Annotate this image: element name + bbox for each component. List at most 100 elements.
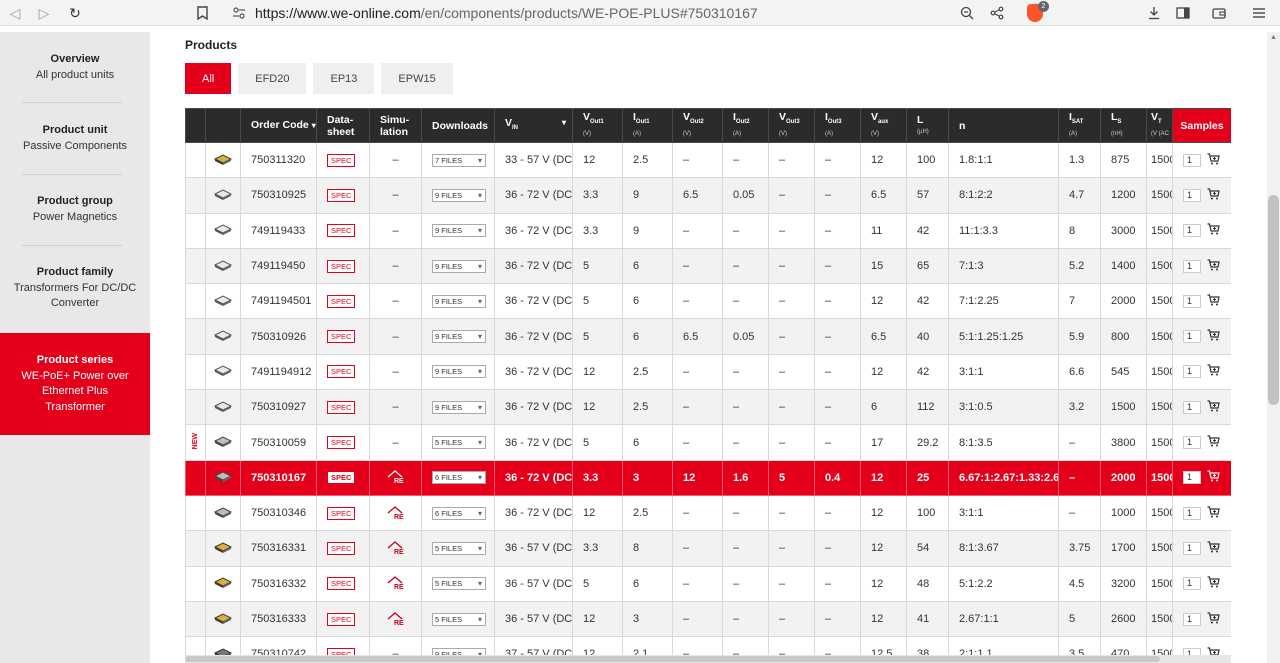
downloads-select[interactable]: 9 FILES: [432, 400, 486, 414]
spec-datasheet-link[interactable]: SPEC: [327, 506, 356, 520]
col-iout3[interactable]: IOut3 (A): [814, 108, 861, 143]
table-row[interactable]: 750310926SPEC–9 FILES36 - 72 V (DC)566.5…: [185, 318, 1231, 355]
col-iout2[interactable]: IOut2 (A): [722, 108, 769, 143]
simulation-icon[interactable]: RE: [387, 505, 405, 523]
page-scrollbar-thumb[interactable]: [1268, 195, 1279, 405]
order-code-cell[interactable]: 750310059: [240, 424, 317, 461]
sample-qty-input[interactable]: 1: [1183, 471, 1201, 485]
table-row[interactable]: 750310925SPEC–9 FILES36 - 72 V (DC)3.396…: [185, 177, 1231, 214]
sample-qty-input[interactable]: 1: [1183, 541, 1201, 555]
bookmark-icon[interactable]: [193, 4, 211, 22]
product-image-cell[interactable]: [205, 424, 241, 461]
product-image-cell[interactable]: [205, 494, 241, 532]
product-thumbnail-icon[interactable]: [213, 224, 233, 239]
spec-datasheet-link[interactable]: SPEC: [327, 365, 356, 379]
scroll-up-arrow[interactable]: ▲: [1268, 34, 1279, 44]
product-image-cell[interactable]: [205, 177, 241, 214]
order-code-cell[interactable]: 7491194912: [240, 353, 317, 391]
simulation-cell[interactable]: RE: [369, 459, 422, 496]
cart-icon[interactable]: [1207, 506, 1220, 521]
spec-datasheet-link[interactable]: SPEC: [327, 188, 356, 202]
cart-icon[interactable]: [1207, 294, 1220, 309]
cart-icon[interactable]: [1207, 576, 1220, 591]
downloads-select[interactable]: 6 FILES: [432, 471, 486, 485]
table-row[interactable]: 750316331SPECRE5 FILES36 - 57 V (DC)3.38…: [185, 530, 1231, 567]
brave-shield-icon[interactable]: 2: [1027, 1, 1049, 22]
product-image-cell[interactable]: [205, 530, 241, 567]
spec-datasheet-link[interactable]: SPEC: [327, 224, 356, 238]
sidebar-item-overview[interactable]: Overview All product units: [0, 52, 150, 83]
downloads-select[interactable]: 9 FILES: [432, 294, 486, 308]
col-l[interactable]: L (µH): [906, 108, 949, 143]
sample-qty-input[interactable]: 1: [1183, 188, 1201, 202]
sidebar-item-product-unit[interactable]: Product unit Passive Components: [0, 123, 150, 154]
order-code-cell[interactable]: 750310927: [240, 389, 317, 426]
downloads-select[interactable]: 6 FILES: [432, 506, 486, 520]
product-image-cell[interactable]: [205, 459, 241, 496]
col-n[interactable]: n: [948, 108, 1059, 143]
sample-qty-input[interactable]: 1: [1183, 577, 1201, 591]
sidebar-item-product-group[interactable]: Product group Power Magnetics: [0, 194, 150, 225]
cart-icon[interactable]: [1207, 188, 1220, 203]
table-row[interactable]: 750316333SPECRE5 FILES36 - 57 V (DC)123–…: [185, 600, 1231, 638]
spec-datasheet-link[interactable]: SPEC: [327, 330, 356, 344]
col-ls[interactable]: LS (nH): [1100, 108, 1147, 143]
site-settings-icon[interactable]: [230, 4, 248, 22]
sample-qty-input[interactable]: 1: [1183, 330, 1201, 344]
simulation-icon[interactable]: RE: [387, 541, 405, 558]
order-code-cell[interactable]: 750316331: [240, 530, 317, 567]
filter-epw15[interactable]: EPW15: [381, 63, 453, 94]
product-image-cell[interactable]: [205, 283, 241, 320]
product-thumbnail-icon[interactable]: [213, 330, 233, 345]
sample-qty-input[interactable]: 1: [1183, 365, 1201, 379]
product-thumbnail-icon[interactable]: [213, 365, 233, 380]
order-code-cell[interactable]: 749119433: [240, 212, 317, 249]
cart-icon[interactable]: [1207, 153, 1220, 168]
table-row[interactable]: 749119450SPEC–9 FILES36 - 72 V (DC)56–––…: [185, 247, 1231, 285]
sample-qty-input[interactable]: 1: [1183, 400, 1201, 414]
cart-icon[interactable]: [1207, 400, 1220, 415]
table-row[interactable]: NEW750310059SPEC–5 FILES36 - 72 V (DC)56…: [185, 424, 1231, 461]
downloads-select[interactable]: 5 FILES: [432, 612, 486, 626]
simulation-cell[interactable]: RE: [369, 530, 422, 567]
sample-qty-input[interactable]: 1: [1183, 259, 1201, 273]
simulation-icon[interactable]: RE: [387, 470, 405, 487]
downloads-select[interactable]: 5 FILES: [432, 541, 486, 555]
sidebar-item-product-family[interactable]: Product family Transformers For DC/DC Co…: [0, 265, 150, 312]
sample-qty-input[interactable]: 1: [1183, 436, 1201, 450]
product-thumbnail-icon[interactable]: [213, 577, 233, 592]
cart-icon[interactable]: [1207, 435, 1220, 450]
cart-icon[interactable]: [1207, 258, 1220, 274]
product-thumbnail-icon[interactable]: [213, 612, 233, 628]
sidebar-toggle-icon[interactable]: [1174, 4, 1192, 22]
simulation-cell[interactable]: RE: [369, 494, 422, 532]
spec-datasheet-link[interactable]: SPEC: [327, 541, 356, 555]
filter-all[interactable]: All: [185, 63, 232, 94]
cart-icon[interactable]: [1207, 611, 1220, 627]
order-code-cell[interactable]: 749119450: [240, 247, 317, 285]
product-thumbnail-icon[interactable]: [213, 401, 233, 416]
simulation-cell[interactable]: RE: [369, 600, 422, 638]
sample-qty-input[interactable]: 1: [1183, 224, 1201, 238]
simulation-icon[interactable]: RE: [387, 576, 405, 593]
order-code-cell[interactable]: 7491194501: [240, 283, 317, 320]
cart-icon[interactable]: [1207, 364, 1220, 379]
address-bar[interactable]: https://www.we-online.com/en/components/…: [255, 3, 1075, 23]
product-image-cell[interactable]: [205, 212, 241, 249]
col-vout2[interactable]: VOut2 (V): [672, 108, 723, 143]
downloads-select[interactable]: 9 FILES: [432, 330, 486, 344]
filter-ep13[interactable]: EP13: [313, 63, 375, 94]
table-row[interactable]: 750316332SPECRE5 FILES36 - 57 V (DC)56––…: [185, 565, 1231, 602]
product-thumbnail-icon[interactable]: [213, 436, 233, 451]
order-code-cell[interactable]: 750310167: [240, 459, 317, 496]
product-thumbnail-icon[interactable]: [213, 189, 233, 204]
spec-datasheet-link[interactable]: SPEC: [327, 471, 356, 485]
downloads-select[interactable]: 9 FILES: [432, 188, 486, 202]
table-row[interactable]: 750310927SPEC–9 FILES36 - 72 V (DC)122.5…: [185, 389, 1231, 426]
spec-datasheet-link[interactable]: SPEC: [327, 259, 356, 273]
order-code-cell[interactable]: 750316332: [240, 565, 317, 602]
product-image-cell[interactable]: [205, 389, 241, 426]
col-iout1[interactable]: IOut1 (A): [622, 108, 673, 143]
product-image-cell[interactable]: [205, 318, 241, 355]
share-icon[interactable]: [988, 4, 1006, 22]
